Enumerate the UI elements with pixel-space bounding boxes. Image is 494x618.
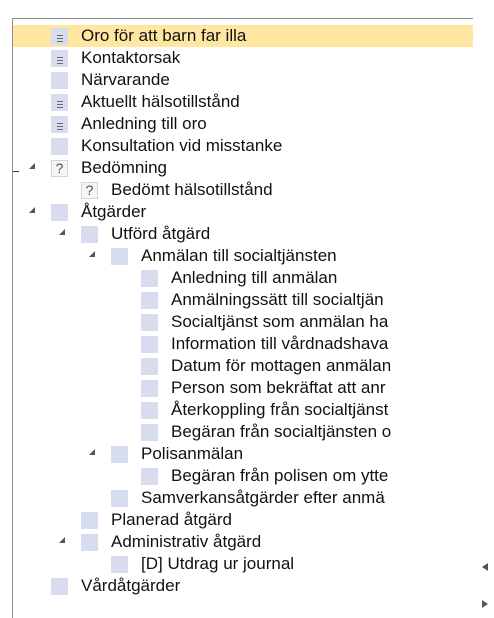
tree-item-begaran-fran-socialtjansten[interactable]: Begäran från socialtjänsten o: [13, 421, 473, 443]
tree-item-anledning-till-anmalan[interactable]: Anledning till anmälan: [13, 267, 473, 289]
field-icon: [51, 578, 68, 595]
tree-item-label: Närvarande: [81, 70, 170, 89]
tree-item-begaran-fran-polisen[interactable]: Begäran från polisen om ytte: [13, 465, 473, 487]
document-icon: [51, 94, 68, 111]
tree-item-konsultation-vid-misstanke[interactable]: Konsultation vid misstanke: [13, 135, 473, 157]
tree-item-label: Oro för att barn far illa: [81, 26, 247, 45]
tree-item-label: Aktuellt hälsotillstånd: [81, 92, 240, 111]
expand-collapse-toggle-icon[interactable]: [59, 537, 65, 543]
tree-item-label: Administrativ åtgärd: [111, 532, 262, 551]
tree-item-label: Utförd åtgärd: [111, 224, 211, 243]
question-icon: ?: [51, 160, 68, 177]
tree-item-anmalan-till-socialtjansten[interactable]: Anmälan till socialtjänsten: [13, 245, 473, 267]
tree-item-label: Datum för mottagen anmälan: [171, 356, 392, 375]
expand-collapse-toggle-icon[interactable]: [89, 251, 95, 257]
field-icon: [141, 314, 158, 331]
tree-item-utford-atgard[interactable]: Utförd åtgärd: [13, 223, 473, 245]
tree-item-label: Polisanmälan: [141, 444, 244, 463]
tree-item-label: Åtgärder: [81, 202, 147, 221]
document-icon: [51, 116, 68, 133]
tree-item-label: Bedömt hälsotillstånd: [111, 180, 273, 199]
tree-item-label: [D] Utdrag ur journal: [141, 554, 295, 573]
field-icon: [141, 380, 158, 397]
field-icon: [51, 72, 68, 89]
field-icon: [81, 226, 98, 243]
field-icon: [141, 336, 158, 353]
tree-item-label: Bedömning: [81, 158, 168, 177]
expand-collapse-toggle-icon[interactable]: [29, 207, 35, 213]
tree-item-vardatgarder[interactable]: Vårdåtgärder: [13, 575, 473, 597]
tree-item-anmalningssatt[interactable]: Anmälningssätt till socialtjän: [13, 289, 473, 311]
field-icon: [141, 358, 158, 375]
tree-item-label: Samverkansåtgärder efter anmä: [141, 488, 385, 507]
tree-item-label: Anmälan till socialtjänsten: [141, 246, 337, 265]
field-icon: [111, 556, 128, 573]
expand-collapse-toggle-icon[interactable]: [29, 163, 35, 169]
tree-item-polisanmalan[interactable]: Polisanmälan: [13, 443, 473, 465]
tree-item-label: Anledning till anmälan: [171, 268, 338, 287]
field-icon: [81, 512, 98, 529]
tree-item-label: Socialtjänst som anmälan ha: [171, 312, 389, 331]
tree-item-anledning-till-oro[interactable]: Anledning till oro: [13, 113, 473, 135]
field-icon: [141, 468, 158, 485]
field-icon: [141, 292, 158, 309]
field-icon: [111, 446, 128, 463]
field-icon: [141, 402, 158, 419]
tree-item-label: Vårdåtgärder: [81, 576, 181, 595]
tree-item-narvarande[interactable]: Närvarande: [13, 69, 473, 91]
tree-item-oro-for-att-barn-far-illa[interactable]: Oro för att barn far illa: [13, 25, 473, 47]
scroll-right-arrow-icon[interactable]: [482, 600, 488, 608]
tree-item-socialtjanst-som-anmalan[interactable]: Socialtjänst som anmälan ha: [13, 311, 473, 333]
tree-item-planerad-atgard[interactable]: Planerad åtgärd: [13, 509, 473, 531]
tree-item-bedomt-halsotillstand[interactable]: ? Bedömt hälsotillstånd: [13, 179, 473, 201]
tree-item-label: Information till vårdnadshava: [171, 334, 389, 353]
tree-item-person-som-bekraftat[interactable]: Person som bekräftat att anr: [13, 377, 473, 399]
tree-item-label: Begäran från polisen om ytte: [171, 466, 389, 485]
tree-item-kontaktorsak[interactable]: Kontaktorsak: [13, 47, 473, 69]
document-icon: [51, 28, 68, 45]
question-icon: ?: [81, 182, 98, 199]
document-icon: [51, 50, 68, 67]
tree-item-label: Begäran från socialtjänsten o: [171, 422, 392, 441]
tree-item-datum-for-mottagen-anmalan[interactable]: Datum för mottagen anmälan: [13, 355, 473, 377]
tree-item-utdrag-ur-journal[interactable]: [D] Utdrag ur journal: [13, 553, 473, 575]
tree-item-information-till-vardnadshavare[interactable]: Information till vårdnadshava: [13, 333, 473, 355]
tree-item-atgarder[interactable]: Åtgärder: [13, 201, 473, 223]
tree-item-label: Anledning till oro: [81, 114, 207, 133]
tree-item-administrativ-atgard[interactable]: Administrativ åtgärd: [13, 531, 473, 553]
expand-collapse-toggle-icon[interactable]: [59, 229, 65, 235]
tree-item-aktuellt-halsotillstand[interactable]: Aktuellt hälsotillstånd: [13, 91, 473, 113]
field-icon: [81, 534, 98, 551]
field-icon: [141, 424, 158, 441]
field-icon: [51, 138, 68, 155]
field-icon: [111, 490, 128, 507]
tree-item-aterkoppling-fran-socialtjansten[interactable]: Återkoppling från socialtjänst: [13, 399, 473, 421]
scroll-left-arrow-icon[interactable]: [482, 563, 488, 571]
tree-item-samverkansatgarder[interactable]: Samverkansåtgärder efter anmä: [13, 487, 473, 509]
tree-item-label: Kontaktorsak: [81, 48, 181, 67]
tree-panel[interactable]: Oro för att barn far illa Kontaktorsak N…: [12, 18, 473, 618]
field-icon: [51, 204, 68, 221]
tree-item-label: Person som bekräftat att anr: [171, 378, 386, 397]
field-icon: [111, 248, 128, 265]
tree-item-label: Planerad åtgärd: [111, 510, 232, 529]
field-icon: [141, 270, 158, 287]
tree-item-label: Återkoppling från socialtjänst: [171, 400, 389, 419]
expand-collapse-toggle-icon[interactable]: [89, 449, 95, 455]
tree-item-bedomning[interactable]: ? Bedömning: [13, 157, 473, 179]
tree-item-label: Anmälningssätt till socialtjän: [171, 290, 384, 309]
tree-item-label: Konsultation vid misstanke: [81, 136, 283, 155]
